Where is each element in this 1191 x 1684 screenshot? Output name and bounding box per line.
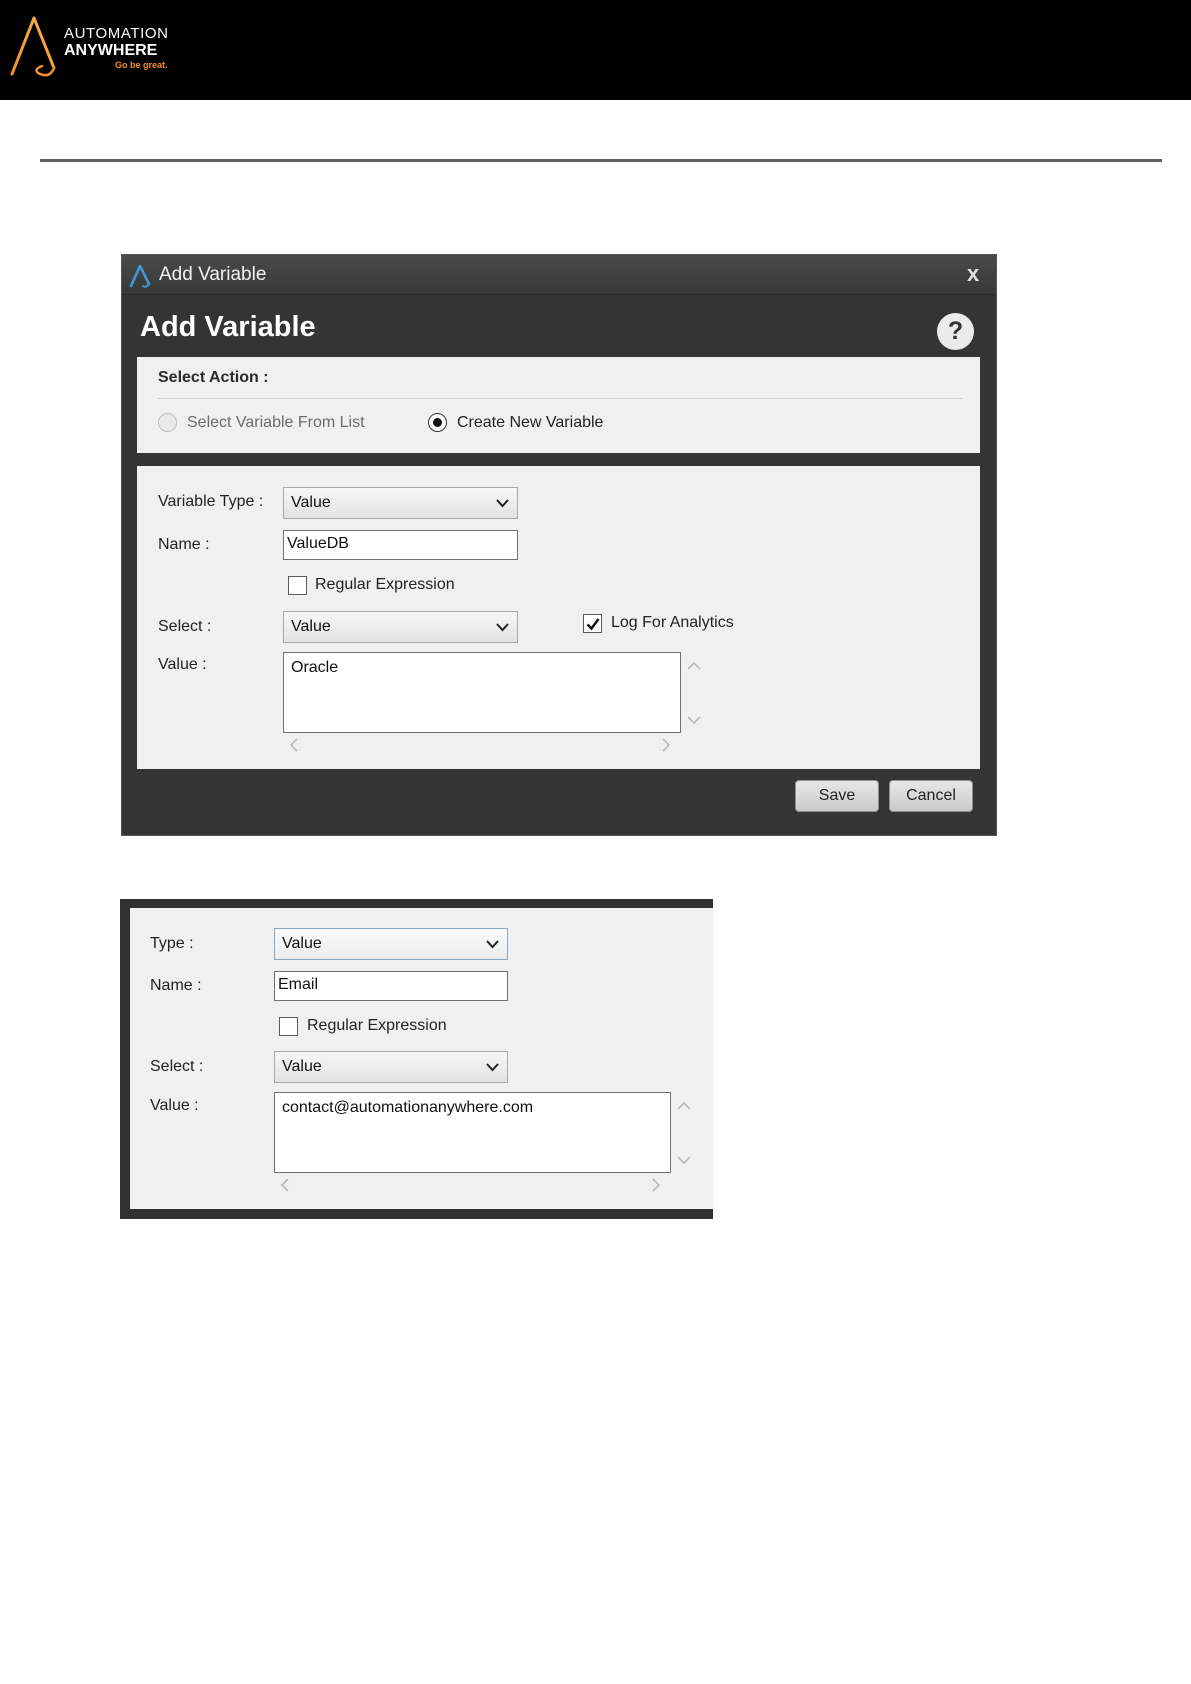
variable-type-value: Value	[291, 494, 331, 511]
select-dropdown[interactable]: Value	[283, 611, 518, 643]
select-label: Select :	[150, 1058, 204, 1075]
regular-expression-label: Regular Expression	[307, 1017, 447, 1034]
checkmark-icon	[586, 618, 600, 631]
value-textarea[interactable]: contact@automationanywhere.com	[274, 1092, 671, 1173]
help-icon[interactable]: ?	[937, 313, 974, 350]
name-input[interactable]: ValueDB	[283, 530, 518, 560]
scroll-left-icon[interactable]	[280, 1178, 290, 1192]
name-input[interactable]: Email	[274, 971, 508, 1001]
log-for-analytics-checkbox[interactable]	[583, 614, 602, 633]
regular-expression-checkbox[interactable]	[279, 1017, 298, 1036]
chevron-down-icon	[496, 499, 509, 508]
select-label: Select :	[158, 618, 212, 635]
value-label: Value :	[150, 1097, 199, 1114]
type-select[interactable]: Value	[274, 928, 508, 960]
add-variable-dialog: Add Variable x Add Variable ? Select Act…	[121, 254, 997, 836]
select-dropdown-value: Value	[291, 618, 331, 635]
value-label: Value :	[158, 656, 207, 673]
chevron-down-icon	[496, 623, 509, 632]
select-action-label: Select Action :	[158, 369, 269, 386]
chevron-down-icon	[486, 1063, 499, 1072]
scroll-up-icon[interactable]	[687, 661, 701, 671]
chevron-down-icon	[486, 940, 499, 949]
save-button[interactable]: Save	[795, 780, 879, 812]
variable-form-panel: Variable Type : Value Name : ValueDB Reg…	[137, 466, 980, 769]
radio-create-new-variable[interactable]	[428, 413, 447, 432]
scroll-left-icon[interactable]	[289, 738, 299, 752]
logo-text-line2: ANYWHERE	[64, 42, 158, 59]
log-for-analytics-label: Log For Analytics	[611, 614, 734, 631]
scroll-down-icon[interactable]	[677, 1155, 691, 1165]
type-label: Type :	[150, 935, 194, 952]
automation-anywhere-logo: AUTOMATION ANYWHERE Go be great.	[10, 14, 200, 80]
name-label: Name :	[158, 536, 210, 553]
close-icon[interactable]: x	[967, 261, 979, 287]
logo-text-line1: AUTOMATION	[64, 25, 169, 42]
dialog-titlebar: Add Variable x	[122, 255, 996, 295]
divider	[158, 398, 963, 399]
name-label: Name :	[150, 977, 202, 994]
horizontal-divider	[40, 159, 1162, 162]
scroll-up-icon[interactable]	[677, 1101, 691, 1111]
regular-expression-label: Regular Expression	[315, 576, 455, 593]
type-select-value: Value	[282, 935, 322, 952]
page-header: AUTOMATION ANYWHERE Go be great.	[0, 0, 1191, 100]
radio-selected-dot	[433, 418, 442, 427]
radio-create-new-variable-label: Create New Variable	[457, 414, 604, 431]
dialog-heading: Add Variable	[140, 311, 316, 343]
variable-type-select[interactable]: Value	[283, 487, 518, 519]
radio-select-from-list[interactable]	[158, 413, 177, 432]
select-dropdown-value: Value	[282, 1058, 322, 1075]
scroll-right-icon[interactable]	[661, 738, 671, 752]
email-variable-form-panel: Type : Value Name : Email Regular Expres…	[130, 908, 713, 1209]
scroll-right-icon[interactable]	[651, 1178, 661, 1192]
radio-select-from-list-label: Select Variable From List	[187, 414, 365, 431]
regular-expression-checkbox[interactable]	[288, 576, 307, 595]
dialog-window-title: Add Variable	[159, 264, 267, 285]
logo-tagline: Go be great.	[115, 60, 168, 70]
email-variable-form-screenshot: Type : Value Name : Email Regular Expres…	[120, 899, 713, 1219]
logo-a-mark-icon	[10, 16, 56, 77]
scroll-down-icon[interactable]	[687, 715, 701, 725]
app-logo-icon	[129, 264, 151, 288]
select-dropdown[interactable]: Value	[274, 1051, 508, 1083]
value-textarea[interactable]: Oracle	[283, 652, 681, 733]
select-action-panel: Select Action : Select Variable From Lis…	[137, 357, 980, 453]
variable-type-label: Variable Type :	[158, 493, 264, 510]
cancel-button[interactable]: Cancel	[889, 780, 973, 812]
